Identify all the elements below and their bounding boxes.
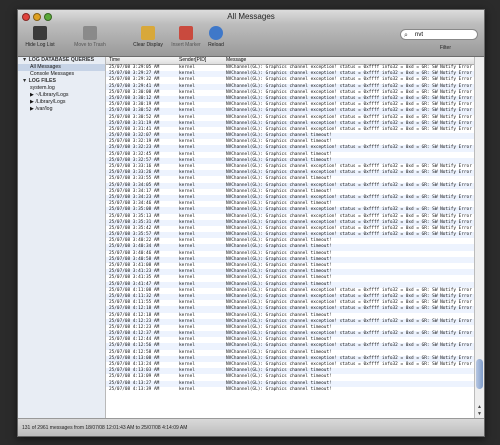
sidebar-item-all-messages[interactable]: All Messages bbox=[18, 64, 105, 71]
reload-button[interactable]: Reload bbox=[196, 26, 236, 48]
search-query: nvt bbox=[415, 32, 424, 38]
status-bar: 131 of 2961 messages from 18/07/08 12:01… bbox=[18, 418, 484, 436]
sidebar-section-header[interactable]: ▼ LOG FILES bbox=[18, 78, 105, 85]
filter-search-field[interactable]: ⌕ nvt bbox=[400, 29, 478, 40]
cell-message: NVChannel(GL): Graphics channel timeout! bbox=[226, 386, 332, 392]
scroll-arrows-icon[interactable]: ▲ ▼ bbox=[476, 404, 483, 418]
scrollbar-thumb[interactable] bbox=[476, 359, 483, 389]
close-window-button[interactable] bbox=[22, 13, 30, 21]
reload-icon bbox=[209, 26, 223, 40]
sidebar-item-user-library-logs[interactable]: ▶ ~/Library/Logs bbox=[18, 92, 105, 99]
cell-sender: kernel bbox=[179, 386, 195, 392]
table-header: Time Sender[PID] Message bbox=[106, 57, 476, 65]
filter-label: Filter bbox=[439, 45, 451, 51]
flag-icon bbox=[179, 26, 193, 40]
log-sidebar: ▼ LOG DATABASE QUERIES All Messages Cons… bbox=[18, 57, 106, 420]
sidebar-item-library-logs[interactable]: ▶ /Library/Logs bbox=[18, 99, 105, 106]
sidebar-item-console-messages[interactable]: Console Messages bbox=[18, 71, 105, 78]
log-list-icon bbox=[33, 26, 47, 40]
sidebar-section-header[interactable]: ▼ LOG DATABASE QUERIES bbox=[18, 57, 105, 64]
broom-icon bbox=[141, 26, 155, 40]
clear-display-button[interactable]: Clear Display bbox=[128, 26, 168, 48]
window-title: All Messages bbox=[227, 12, 275, 21]
cell-time: 25/07/08 4:13:39 AM bbox=[109, 386, 160, 392]
sidebar-item-system-log[interactable]: system.log bbox=[18, 85, 105, 92]
table-row[interactable]: 25/07/08 4:13:39 AM kernel NVChannel(GL): … bbox=[106, 387, 476, 393]
column-header-time[interactable]: Time bbox=[109, 57, 120, 64]
minimize-window-button[interactable] bbox=[33, 13, 41, 21]
hide-log-list-button[interactable]: Hide Log List bbox=[20, 26, 60, 48]
column-header-sender[interactable]: Sender[PID] bbox=[179, 57, 206, 64]
log-table[interactable]: Time Sender[PID] Message 25/07/08 3:29:0… bbox=[106, 57, 476, 420]
table-body: 25/07/08 3:29:05 AM kernel NVChannel(GL): … bbox=[106, 65, 476, 393]
trash-icon bbox=[83, 26, 97, 40]
zoom-window-button[interactable] bbox=[44, 13, 52, 21]
vertical-scrollbar[interactable]: ▲ ▼ bbox=[474, 57, 484, 420]
message-count-status: 131 of 2961 messages from 18/07/08 12:01… bbox=[22, 425, 188, 431]
console-window: All Messages Hide Log List Move to Trash… bbox=[17, 9, 485, 437]
sidebar-item-var-log[interactable]: ▶ /var/log bbox=[18, 106, 105, 113]
search-icon: ⌕ bbox=[404, 32, 408, 39]
title-bar[interactable]: All Messages bbox=[18, 10, 484, 24]
toolbar: Hide Log List Move to Trash Clear Displa… bbox=[18, 24, 484, 57]
column-header-message[interactable]: Message bbox=[226, 57, 246, 64]
move-to-trash-button[interactable]: Move to Trash bbox=[70, 26, 110, 48]
